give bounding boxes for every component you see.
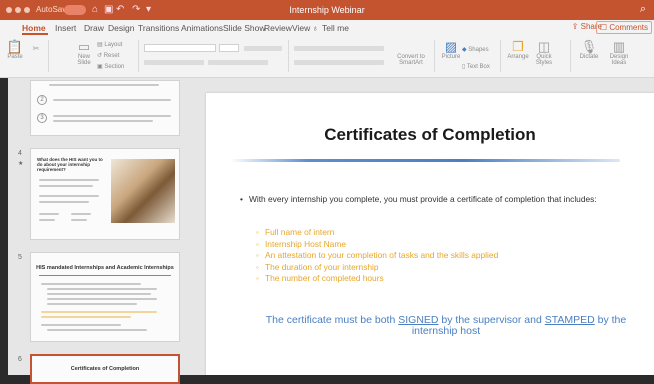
design-ideas-button[interactable]: ▥ Design Ideas xyxy=(606,39,632,67)
document-title: Internship Webinar xyxy=(289,5,365,15)
bullet-icon: ◦ xyxy=(256,238,259,249)
number-circle-icon: 3 xyxy=(37,113,47,123)
quick-styles-button[interactable]: ◫ Quick Styles xyxy=(532,39,556,67)
requirements-list[interactable]: ◦ Full name of intern ◦ Internship Host Na… xyxy=(256,227,498,285)
slide-number-5: 5 xyxy=(18,254,22,261)
list-item: ◦ Internship Host Name xyxy=(256,238,346,249)
lightbulb-icon: ♁ xyxy=(312,23,319,33)
slide-title[interactable]: Certificates of Completion xyxy=(206,125,654,145)
title-bar: AutoSave ⌂ ▣ ↶ ↷ ▾ Internship Webinar ⌕ xyxy=(0,0,654,20)
slide-thumbnail-4[interactable]: What does the HIS want you to do about y… xyxy=(30,148,180,240)
font-size-box[interactable] xyxy=(219,44,239,52)
slide-5-title: HIS mandated Internships and Academic In… xyxy=(36,265,174,271)
slide-thumbnail-6[interactable]: Certificates of Completion xyxy=(30,354,180,384)
tab-design[interactable]: Design xyxy=(108,23,134,33)
number-circle-icon: 2 xyxy=(37,95,47,105)
shapes-button[interactable]: ◆ Shapes xyxy=(462,46,489,53)
list-item: ◦ The duration of your internship xyxy=(256,261,379,272)
slide-number-6: 6 xyxy=(18,356,22,363)
tab-transitions[interactable]: Transitions xyxy=(138,23,179,33)
main-bullet[interactable]: • With every internship you complete, you… xyxy=(240,194,597,204)
list-item: ◦ Full name of intern xyxy=(256,227,335,237)
signature-note[interactable]: The certificate must be both SIGNED by t… xyxy=(246,315,646,337)
font-color-buttons[interactable] xyxy=(208,60,268,65)
home-ribbon-toolbar: 📋 Paste ✂ ▭ New Slide ▤ Layout ↺ Reset ▣… xyxy=(0,36,654,78)
decorative-wave-line xyxy=(230,159,620,162)
clipboard-icon: 📋 xyxy=(6,39,24,54)
window-edge xyxy=(0,78,8,375)
powerpoint-window: AutoSave ⌂ ▣ ↶ ↷ ▾ Internship Webinar ⌕ … xyxy=(0,0,654,384)
slide-thumbnail-5[interactable]: HIS mandated Internships and Academic In… xyxy=(30,252,180,342)
slide-6-title: Certificates of Completion xyxy=(70,366,140,372)
design-ideas-icon: ▥ xyxy=(612,39,626,54)
list-buttons[interactable] xyxy=(294,46,384,51)
active-tab-indicator xyxy=(22,33,48,35)
bullet-icon: ◦ xyxy=(256,227,259,237)
current-slide[interactable]: Certificates of Completion • With every i… xyxy=(206,93,654,375)
list-item: ◦ The number of completed hours xyxy=(256,273,384,284)
comments-button[interactable]: ☐ Comments xyxy=(595,21,652,34)
font-style-buttons[interactable] xyxy=(144,60,204,65)
reset-icon: ↺ xyxy=(97,53,104,59)
star-icon: ★ xyxy=(18,161,24,167)
share-icon: ⇪ xyxy=(571,22,581,31)
tab-draw[interactable]: Draw xyxy=(84,23,104,33)
tell-me-search[interactable]: Tell me xyxy=(322,23,349,33)
arrange-button[interactable]: ❐ Arrange xyxy=(506,39,530,61)
bullet-icon: ◦ xyxy=(256,261,259,272)
tab-insert[interactable]: Insert xyxy=(55,23,76,33)
stamped-emphasis: STAMPED xyxy=(544,314,595,326)
section-button[interactable]: ▣ Section xyxy=(97,63,124,70)
picture-button[interactable]: ▨ Picture xyxy=(440,39,462,61)
convert-smartart-button[interactable]: Convert to SmartArt xyxy=(392,54,430,66)
new-slide-button[interactable]: ▭ New Slide xyxy=(72,39,96,67)
bullet-icon: • xyxy=(240,194,243,204)
search-icon[interactable]: ⌕ xyxy=(640,3,646,16)
tab-slide-show[interactable]: Slide Show xyxy=(223,23,266,33)
font-size-controls[interactable] xyxy=(244,46,282,51)
tab-review[interactable]: Review xyxy=(264,23,292,33)
dictate-button[interactable]: 🎙 Dictate xyxy=(576,39,602,61)
tab-animations[interactable]: Animations xyxy=(181,23,223,33)
quick-styles-icon: ◫ xyxy=(537,39,551,54)
list-item: ◦ An attestation to your completion of ta… xyxy=(256,250,499,261)
paste-button[interactable]: 📋 Paste xyxy=(4,39,26,61)
layout-button[interactable]: ▤ Layout xyxy=(97,41,122,48)
microphone-icon: 🎙 xyxy=(580,39,598,54)
slide-number-4: 4 xyxy=(18,150,22,157)
comment-icon: ☐ xyxy=(599,23,610,32)
slide-thumbnail-3[interactable]: 2 3 xyxy=(30,80,180,136)
font-name-box[interactable] xyxy=(144,44,216,52)
tab-home[interactable]: Home xyxy=(22,23,46,33)
bullet-icon: ◦ xyxy=(256,273,259,284)
picture-icon: ▨ xyxy=(444,39,458,54)
arrange-icon: ❐ xyxy=(512,39,524,54)
reset-button[interactable]: ↺ Reset xyxy=(97,52,119,59)
tab-view[interactable]: View xyxy=(292,23,310,33)
pens-photo xyxy=(111,159,175,223)
cut-copy-format-group[interactable]: ✂ xyxy=(30,42,42,56)
text-box-button[interactable]: ▯ Text Box xyxy=(462,63,490,70)
new-slide-icon: ▭ xyxy=(77,39,91,54)
bullet-icon: ◦ xyxy=(256,250,259,261)
slide-4-title: What does the HIS want you to do about y… xyxy=(37,157,103,172)
ribbon-tabs: Home Insert Draw Design Transitions Anim… xyxy=(0,20,654,36)
alignment-buttons[interactable] xyxy=(294,60,384,65)
scissors-icon: ✂ xyxy=(32,44,40,53)
